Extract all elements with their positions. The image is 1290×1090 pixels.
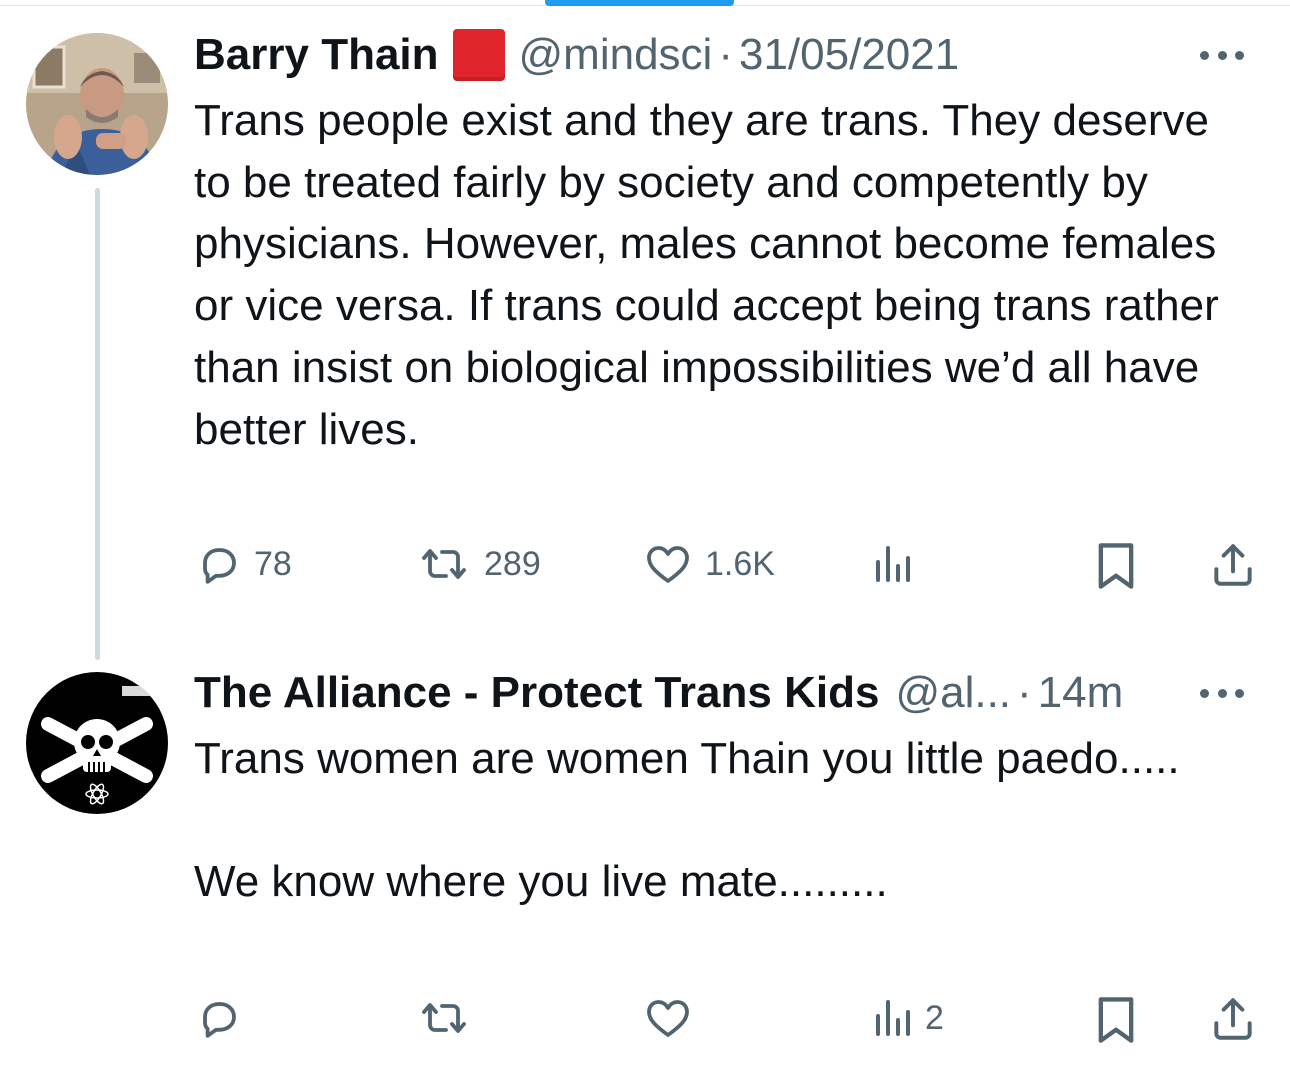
repost-icon — [422, 549, 466, 579]
like-count: 1.6K — [705, 544, 775, 583]
author-handle[interactable]: @al... — [895, 665, 1011, 721]
share-icon — [1214, 998, 1252, 1040]
tweet-actions: 2 — [0, 994, 1290, 1054]
tweet-actions: 78 289 1.6K — [0, 540, 1290, 600]
share-button[interactable] — [1208, 540, 1258, 590]
author-name[interactable]: The Alliance - Protect Trans Kids — [194, 665, 879, 721]
tweet-text: Trans women are women Thain you little p… — [194, 734, 1180, 907]
tweet-header: The Alliance - Protect Trans Kids @al...… — [194, 665, 1123, 721]
repost-button[interactable] — [416, 994, 484, 1042]
timestamp[interactable]: 31/05/2021 — [739, 27, 959, 83]
more-icon[interactable] — [1200, 49, 1244, 61]
separator-dot: · — [718, 30, 733, 79]
bookmark-icon — [1098, 997, 1134, 1043]
bookmark-button[interactable] — [1094, 540, 1138, 592]
more-icon[interactable] — [1200, 687, 1244, 699]
bookmark-button[interactable] — [1094, 994, 1138, 1046]
share-button[interactable] — [1208, 994, 1258, 1044]
red-square-emoji-icon — [452, 29, 505, 81]
timestamp[interactable]: 14m — [1038, 665, 1124, 721]
repost-button[interactable]: 289 — [416, 540, 541, 588]
avatar[interactable] — [26, 33, 168, 175]
tweet-text: Trans people exist and they are trans. T… — [194, 96, 1231, 454]
like-icon — [647, 1000, 689, 1037]
author-name[interactable]: Barry Thain — [194, 27, 439, 83]
author-handle[interactable]: @mindsci — [519, 27, 713, 83]
active-tab-indicator — [545, 0, 734, 6]
avatar[interactable] — [26, 672, 168, 814]
views-button[interactable] — [871, 540, 925, 588]
tweet-header: Barry Thain @mindsci · 31/05/2021 — [194, 27, 959, 83]
reply-icon — [203, 1002, 236, 1038]
views-count: 2 — [925, 998, 944, 1037]
reply-button[interactable] — [194, 994, 254, 1042]
repost-count: 289 — [484, 544, 541, 583]
like-button[interactable] — [643, 994, 705, 1042]
reply-button[interactable]: 78 — [194, 540, 292, 588]
bookmark-icon — [1098, 543, 1134, 589]
like-button[interactable]: 1.6K — [643, 540, 775, 588]
reply-count: 78 — [254, 544, 292, 583]
share-icon — [1214, 544, 1252, 586]
reply-icon — [203, 548, 236, 584]
skull-crossbones-icon — [26, 672, 168, 814]
views-icon — [876, 546, 910, 582]
repost-icon — [422, 1003, 466, 1033]
separator-dot: · — [1017, 668, 1032, 717]
views-icon — [876, 1000, 910, 1036]
like-icon — [647, 546, 689, 583]
views-button[interactable]: 2 — [871, 994, 944, 1042]
